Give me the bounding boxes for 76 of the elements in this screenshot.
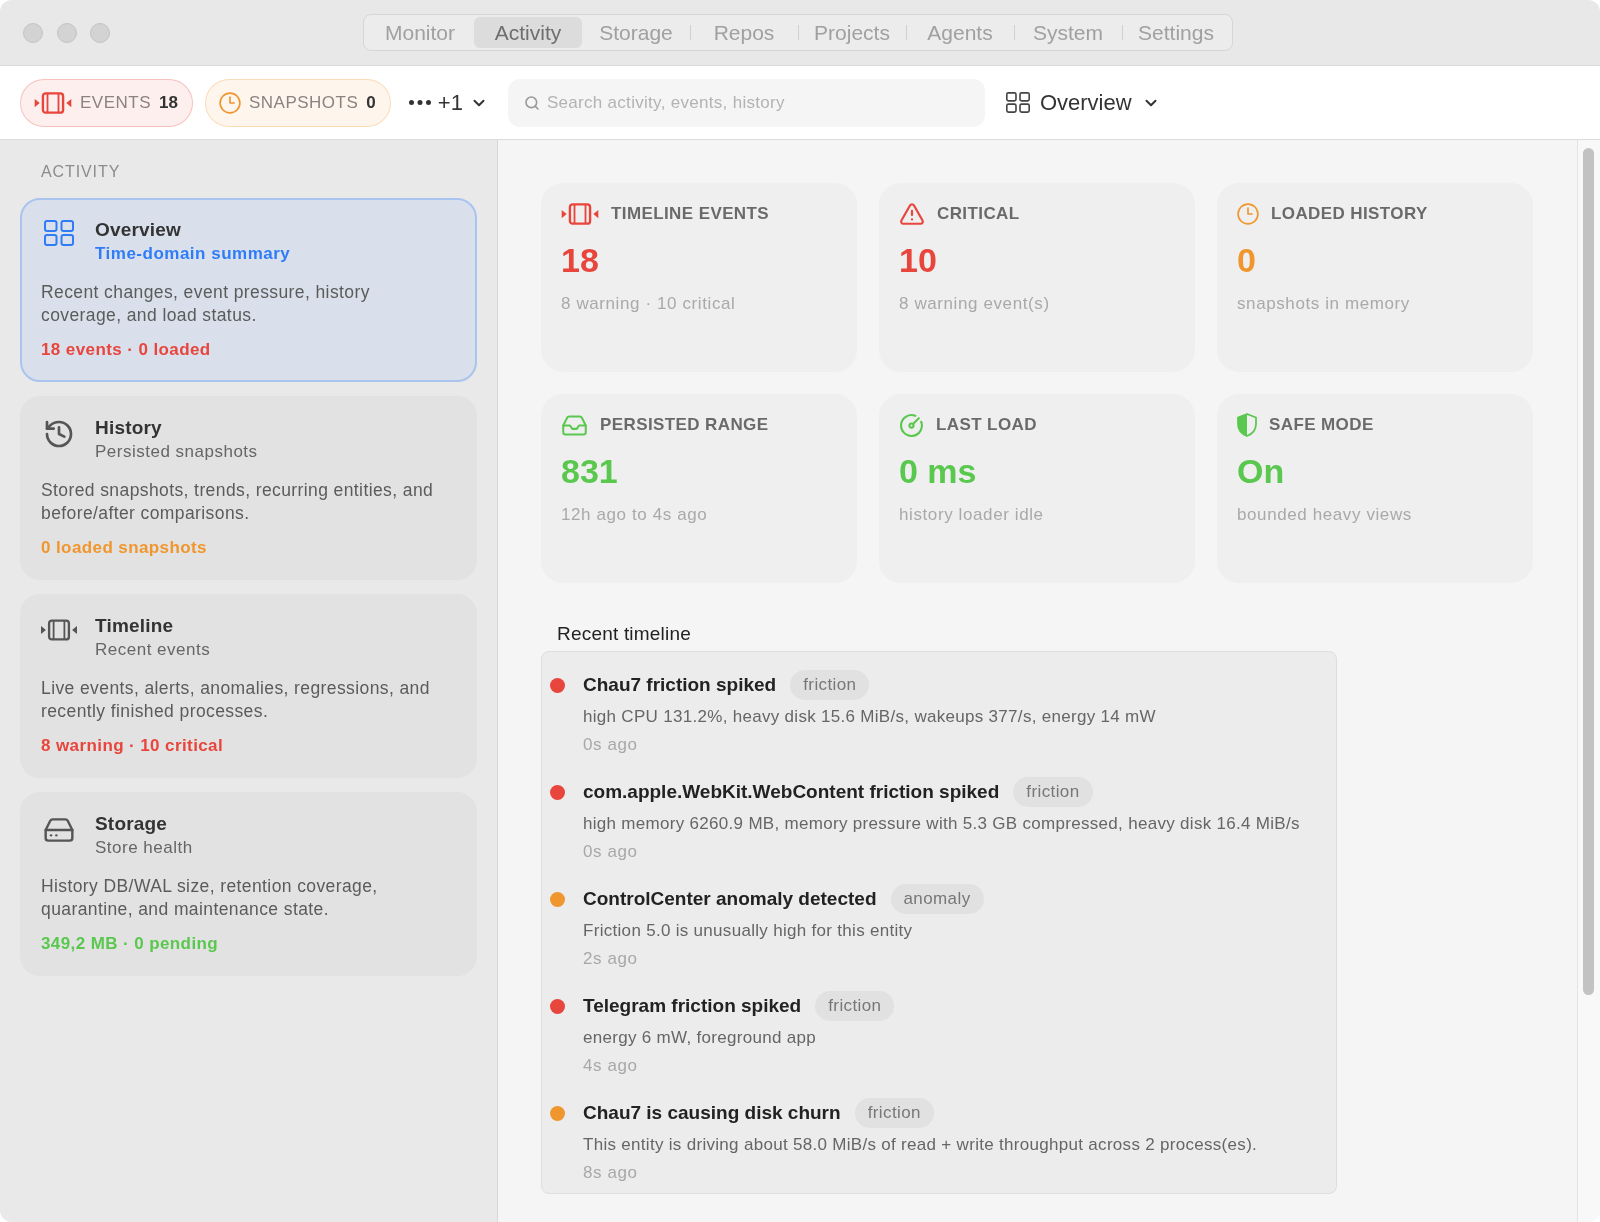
more-button[interactable]: +1 bbox=[408, 89, 488, 116]
item-title: Timeline bbox=[95, 614, 174, 638]
nav-tab[interactable]: Activity bbox=[474, 17, 582, 48]
stat-value: 0 ms bbox=[899, 451, 977, 491]
sidebar-item[interactable]: Timeline Recent events Live events, alerts, anomalies, regressions, and recently finished processes. 8 warning · 10 critical bbox=[20, 594, 477, 778]
scrollbar-thumb[interactable] bbox=[1583, 148, 1594, 995]
item-title: Storage bbox=[95, 812, 168, 836]
event-tag: friction bbox=[1013, 777, 1093, 807]
window-control-button[interactable] bbox=[56, 22, 77, 43]
sidebar-item[interactable]: Storage Store health History DB/WAL size, retention coverage, quarantine, and maintenance state. 349,2 MB · 0 pending bbox=[20, 792, 477, 976]
stat-detail: 12h ago to 4s ago bbox=[561, 504, 708, 526]
item-subtitle: Persisted snapshots bbox=[95, 441, 258, 463]
item-status: 0 loaded snapshots bbox=[41, 537, 207, 559]
event-title: ControlCenter anomaly detected bbox=[583, 888, 877, 910]
event-title: Telegram friction spiked bbox=[583, 995, 802, 1017]
search-icon bbox=[523, 94, 540, 111]
filter-chip[interactable]: EVENTS 18 bbox=[20, 78, 193, 127]
item-status: 8 warning · 10 critical bbox=[41, 735, 224, 757]
stat-value: 10 bbox=[899, 240, 937, 280]
section-heading: Recent timeline bbox=[557, 622, 691, 646]
stat-value: 831 bbox=[561, 451, 618, 491]
stat-detail: 8 warning · 10 critical bbox=[561, 293, 736, 315]
item-title: History bbox=[95, 416, 162, 440]
event-detail: This entity is driving about 58.0 MiB/s of read + write throughput across 2 process(es). bbox=[583, 1134, 1258, 1156]
item-subtitle: Store health bbox=[95, 837, 193, 859]
event-time: 0s ago bbox=[583, 841, 638, 863]
item-title: Overview bbox=[95, 218, 182, 242]
item-subtitle: Recent events bbox=[95, 639, 211, 661]
item-status: 349,2 MB · 0 pending bbox=[41, 933, 219, 955]
stat-detail: 8 warning event(s) bbox=[899, 293, 1050, 315]
ellipsis-icon bbox=[408, 100, 431, 105]
stat-detail: bounded heavy views bbox=[1237, 504, 1412, 526]
stat-label: CRITICAL bbox=[937, 204, 1020, 224]
event-tag: friction bbox=[854, 1098, 934, 1128]
event-time: 2s ago bbox=[583, 948, 638, 970]
sidebar-item[interactable]: Overview Time-domain summary Recent changes, event pressure, history coverage, and load status. 18 events · 0 loaded bbox=[20, 198, 477, 382]
stat-label: LAST LOAD bbox=[936, 415, 1037, 435]
sidebar-item[interactable]: History Persisted snapshots Stored snapshots, trends, recurring entities, and before/after comparisons. 0 loaded snapshots bbox=[20, 396, 477, 580]
stat-value: 18 bbox=[561, 240, 599, 280]
event-time: 8s ago bbox=[583, 1162, 638, 1184]
item-description: Live events, alerts, anomalies, regressions, and recently finished processes. bbox=[41, 677, 431, 722]
search-field[interactable]: Search activity, events, history bbox=[507, 78, 985, 127]
stat-detail: history loader idle bbox=[899, 504, 1044, 526]
event-tag: friction bbox=[815, 991, 895, 1021]
view-dropdown[interactable]: Overview bbox=[1005, 89, 1160, 116]
stat-value: 0 bbox=[1237, 240, 1256, 280]
item-status: 18 events · 0 loaded bbox=[41, 339, 211, 361]
window-control-button[interactable] bbox=[90, 22, 110, 43]
event-title: Chau7 friction spiked bbox=[583, 674, 777, 696]
grid-icon bbox=[44, 220, 74, 246]
event-detail: high CPU 131.2%, heavy disk 15.6 MiB/s, wakeups 377/s, energy 14 mW bbox=[583, 706, 1156, 728]
event-title: com.apple.WebKit.WebContent friction spiked bbox=[583, 781, 1000, 803]
stat-label: PERSISTED RANGE bbox=[600, 415, 769, 435]
event-detail: high memory 6260.9 MB, memory pressure with 5.3 GB compressed, heavy disk 16.4 MiB/s bbox=[583, 813, 1300, 835]
filter-chip[interactable]: SNAPSHOTS 0 bbox=[204, 78, 391, 127]
event-detail: Friction 5.0 is unusually high for this entity bbox=[583, 920, 913, 942]
sidebar-heading: ACTIVITY bbox=[41, 162, 121, 182]
stat-label: SAFE MODE bbox=[1269, 415, 1374, 435]
grid-icon bbox=[1005, 92, 1030, 113]
window-control-button[interactable] bbox=[23, 22, 43, 43]
event-tag: friction bbox=[790, 670, 870, 700]
event-tag: anomaly bbox=[890, 884, 984, 914]
history-icon bbox=[43, 418, 75, 450]
item-description: History DB/WAL size, retention coverage, quarantine, and maintenance state. bbox=[41, 875, 379, 920]
event-title: Chau7 is causing disk churn bbox=[583, 1102, 841, 1124]
item-subtitle: Time-domain summary bbox=[95, 243, 291, 265]
film-strip-icon bbox=[41, 616, 77, 644]
event-detail: energy 6 mW, foreground app bbox=[583, 1027, 816, 1049]
stat-label: TIMELINE EVENTS bbox=[611, 204, 770, 224]
stat-detail: snapshots in memory bbox=[1237, 293, 1410, 315]
item-description: Recent changes, event pressure, history coverage, and load status. bbox=[41, 281, 371, 326]
item-description: Stored snapshots, trends, recurring entities, and before/after comparisons. bbox=[41, 479, 435, 524]
event-time: 0s ago bbox=[583, 734, 638, 756]
stat-label: LOADED HISTORY bbox=[1271, 204, 1428, 224]
stat-value: On bbox=[1237, 451, 1285, 491]
event-time: 4s ago bbox=[583, 1055, 638, 1077]
